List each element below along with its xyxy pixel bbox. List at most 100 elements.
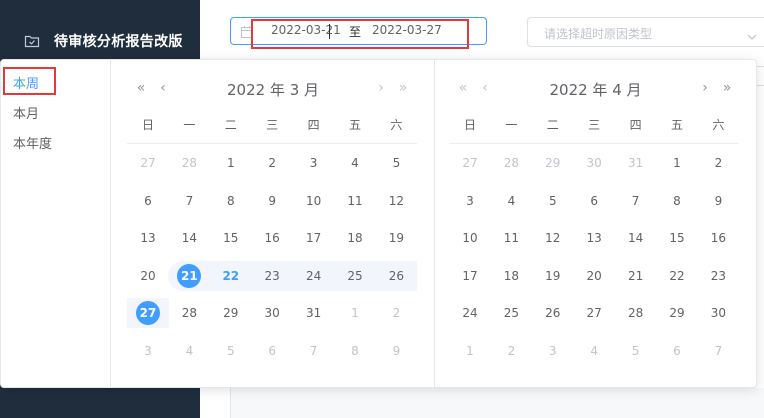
day-cell[interactable]: 17 (293, 223, 335, 253)
shortcut-this-week[interactable]: 本周 (13, 73, 39, 92)
day-number: 28 (181, 306, 198, 321)
day-cell[interactable]: 10 (449, 223, 491, 253)
date-range-input[interactable]: 2022-03-21 至 2022-03-27 (230, 17, 487, 45)
day-cell[interactable]: 31 (293, 298, 335, 328)
day-number: 7 (631, 193, 640, 208)
day-cell[interactable]: 8 (656, 186, 698, 216)
day-cell[interactable]: 12 (532, 223, 574, 253)
next-month-button[interactable]: › (373, 80, 389, 98)
day-cell[interactable]: 4 (334, 148, 376, 178)
day-cell[interactable]: 9 (251, 186, 293, 216)
day-cell[interactable]: 15 (210, 223, 252, 253)
day-cell[interactable]: 21 (168, 260, 211, 291)
day-cell[interactable]: 6 (573, 186, 615, 216)
day-number: 13 (586, 231, 602, 246)
day-cell[interactable]: 17 (449, 261, 491, 291)
day-cell: 3 (532, 336, 574, 366)
day-cell[interactable]: 3 (449, 186, 491, 216)
day-cell[interactable]: 7 (615, 186, 657, 216)
day-cell[interactable]: 25 (490, 298, 532, 328)
day-cell[interactable]: 14 (168, 223, 210, 253)
day-number: 30 (586, 156, 602, 170)
calendar-panel-march: « ‹ 2022 年 3 月 › » 日一二三四五六 27 28 1 2 3 4 5 6 7 8 9… (113, 60, 433, 387)
start-date-field[interactable]: 2022-03-21 (271, 23, 341, 37)
folder-icon (24, 33, 40, 49)
sidebar-item-label: 待审核分析报告改版 (54, 34, 183, 50)
day-cell[interactable]: 11 (490, 223, 532, 253)
day-cell[interactable]: 27 (127, 298, 169, 329)
day-cell[interactable]: 4 (490, 186, 532, 216)
day-cell[interactable]: 29 (656, 298, 698, 328)
day-cell[interactable]: 28 (168, 298, 210, 328)
day-number: 11 (347, 193, 363, 208)
day-number: 3 (309, 156, 318, 170)
sidebar-item-pending-report[interactable]: 待审核分析报告改版 (0, 24, 200, 58)
day-cell[interactable]: 16 (251, 223, 293, 253)
next-year-button[interactable]: » (395, 80, 411, 98)
day-cell: 1 (449, 336, 491, 366)
day-cell[interactable]: 21 (615, 261, 657, 291)
timeout-reason-select[interactable]: 请选择超时原因类型 (527, 17, 764, 47)
day-cell[interactable]: 29 (210, 298, 252, 328)
day-cell[interactable]: 5 (532, 186, 574, 216)
day-cell[interactable]: 13 (573, 223, 615, 253)
next-month-button[interactable]: › (697, 80, 713, 98)
day-cell[interactable]: 23 (251, 260, 294, 291)
day-cell[interactable]: 1 (656, 148, 698, 178)
day-number: 24 (305, 268, 322, 283)
day-number: 8 (226, 193, 235, 208)
day-cell[interactable]: 18 (490, 261, 532, 291)
day-cell[interactable]: 30 (697, 298, 739, 328)
day-cell[interactable]: 11 (334, 186, 376, 216)
day-cell[interactable]: 24 (449, 298, 491, 328)
day-cell[interactable]: 28 (615, 298, 657, 328)
day-cell[interactable]: 19 (375, 223, 417, 253)
day-number: 29 (669, 306, 685, 321)
day-number: 30 (264, 306, 280, 321)
day-cell[interactable]: 27 (573, 298, 615, 328)
shortcut-this-month[interactable]: 本月 (13, 103, 39, 122)
day-cell[interactable]: 10 (293, 186, 335, 216)
day-cell[interactable]: 12 (375, 186, 417, 216)
day-number: 4 (185, 344, 194, 358)
day-cell[interactable]: 25 (334, 260, 376, 291)
day-cell[interactable]: 1 (210, 148, 252, 178)
day-cell[interactable]: 20 (127, 261, 169, 291)
day-cell[interactable]: 8 (210, 186, 252, 216)
day-cell[interactable]: 5 (375, 148, 417, 178)
day-cell: 9 (375, 336, 417, 366)
next-year-button[interactable]: » (719, 80, 735, 98)
day-cell[interactable]: 24 (292, 260, 335, 291)
day-number: 14 (627, 231, 644, 246)
day-cell[interactable]: 15 (656, 223, 698, 253)
day-cell[interactable]: 20 (573, 261, 615, 291)
day-number: 1 (466, 344, 474, 358)
weekday-label: 五 (348, 118, 361, 132)
day-cell[interactable]: 13 (127, 223, 169, 253)
day-cell: 30 (573, 148, 615, 178)
day-cell[interactable]: 9 (697, 186, 739, 216)
day-cell[interactable]: 3 (293, 148, 335, 178)
day-number: 23 (710, 268, 727, 283)
day-cell[interactable]: 6 (127, 186, 169, 216)
end-date-field[interactable]: 2022-03-27 (372, 23, 442, 37)
shortcut-this-year[interactable]: 本年度 (13, 133, 52, 152)
text-cursor (329, 24, 330, 39)
day-cell[interactable]: 22 (656, 261, 698, 291)
day-cell[interactable]: 7 (168, 186, 210, 216)
day-cell[interactable]: 16 (697, 223, 739, 253)
day-cell[interactable]: 18 (334, 223, 376, 253)
day-cell[interactable]: 22 (209, 260, 252, 291)
day-cell[interactable]: 26 (532, 298, 574, 328)
day-cell[interactable]: 30 (251, 298, 293, 328)
day-cell[interactable]: 26 (375, 260, 418, 291)
day-cell[interactable]: 23 (697, 261, 739, 291)
day-number: 26 (545, 306, 561, 321)
day-cell[interactable]: 2 (251, 148, 293, 178)
day-number: 20 (140, 268, 156, 283)
day-cell[interactable]: 14 (615, 223, 657, 253)
day-cell[interactable]: 2 (697, 148, 739, 178)
day-cell: 7 (697, 336, 739, 366)
weekday-label: 六 (712, 118, 725, 132)
day-cell[interactable]: 19 (532, 261, 574, 291)
